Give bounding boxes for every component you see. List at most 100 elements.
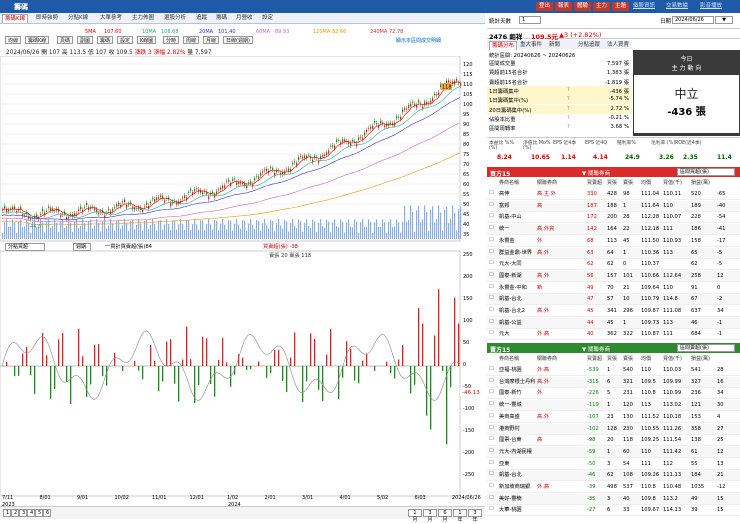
buy-sort-select[interactable]: 區間買超(張) [677,168,735,176]
cell-0[interactable]: 凱基-台北 [499,470,522,481]
page-1[interactable]: 1 [3,509,11,517]
row-checkbox[interactable]: ☐ [489,212,494,222]
metric-help-icon-4[interactable]: ? [567,96,570,102]
tab-7[interactable]: 籌碼 [214,14,229,23]
range-2[interactable]: 6月 [438,509,452,523]
cell-0[interactable]: 凱基-中山 [499,212,522,223]
row-checkbox[interactable]: ☐ [489,248,494,258]
cell-0[interactable]: 統一 [499,224,509,235]
row-checkbox[interactable]: ☐ [489,494,494,504]
table-row[interactable]: ☐ 大華-桃園 -27 6 33 109.67 114.13 39 15 [487,505,740,517]
theme-button[interactable]: 主題 [612,2,630,11]
indicator-select[interactable]: 分點買超 [5,243,45,251]
stat-days-select[interactable]: 1 [519,16,541,24]
range-3[interactable]: 1年 [453,509,467,523]
cell-0[interactable]: 美商高盛 [499,412,520,423]
tab-4[interactable]: 主力佈圖 [130,14,156,23]
toolbar-btn-9[interactable]: 月線 [203,36,220,44]
sell-sort-select[interactable]: 區間賣超(張) [677,344,735,352]
subtab-1[interactable]: 重大事件 [518,41,544,50]
tab-9[interactable]: 設定 [260,14,275,23]
table-row[interactable]: ☐ 元大 外.高 40 362 322 110.87 111 684 -1 [487,329,740,341]
cell-0[interactable]: 凱基-台北2 [499,306,525,317]
cell-0[interactable]: 元大-大同 [499,259,522,270]
table-row[interactable]: ☐ 國泰-新竹 外 -226 5 231 110.8 110.99 236 34 [487,388,740,400]
toolbar-btn-10[interactable]: 日線(週期) [223,36,253,44]
tab-8[interactable]: 月營收 [234,14,255,23]
row-checkbox[interactable]: ☐ [489,482,494,492]
cell-0[interactable]: 亞福-桃園 [499,365,522,376]
cell-0[interactable]: 元大 [499,329,509,340]
cell-0[interactable]: 凱基-公益 [499,318,522,329]
page-4[interactable]: 4 [27,509,35,517]
cell-0[interactable]: 國泰-新竹 [499,388,522,399]
toolbar-btn-1[interactable]: 籌碼K線 [25,36,50,44]
table-row[interactable]: ☐ 永豐金 外 68 113 45 111.50 110.93 158 -17 [487,236,740,247]
toolbar-btn-6[interactable]: K線圖 [137,36,157,44]
cell-0[interactable]: 高伸 [499,189,509,200]
metric-help-icon-6[interactable]: ? [567,115,570,121]
table-row[interactable]: ☐ 美商高盛 高.外 -107 23 130 111.52 110.18 153 4 [487,412,740,423]
cell-0[interactable]: 亞東 [499,459,509,470]
cell-0[interactable]: 群益金鼎-世界 [499,248,532,259]
metric-help-icon-3[interactable]: ? [567,87,570,93]
tab-2[interactable]: 分點K線 [66,14,90,23]
toolbar-btn-4[interactable]: 籌碼 [97,36,114,44]
subtab-0[interactable]: 籌碼分布 [489,41,518,50]
table-row[interactable]: ☐ 統一 高.外資 142 164 22 112.18 111 186 -41 [487,224,740,236]
table-row[interactable]: ☐ 凱基-公益 44 45 1 109.73 113 46 -1 [487,317,740,329]
row-checkbox[interactable]: ☐ [489,271,494,281]
row-checkbox[interactable]: ☐ [489,447,494,457]
cell-0[interactable]: 大華-桃園 [499,505,522,516]
table-row[interactable]: ☐ 新加坡商瑞銀 外.高 -39 498 537 110.8 110.48 1035 -12 [487,482,740,493]
trade-data-link[interactable]: 交易數據 [666,2,688,11]
page-6[interactable]: 6 [43,509,51,517]
table-row[interactable]: ☐ 統一-豐城 -119 1 120 113 113.02 121 30 [487,400,740,412]
cell-0[interactable]: 凱基-台北 [499,294,522,305]
main-button[interactable]: 主力 [593,2,611,11]
row-checkbox[interactable]: ☐ [489,294,494,304]
table-row[interactable]: ☐ 永豐金-中和 新 49 70 21 109.64 110 91 0 [487,283,740,294]
toolbar-btn-8[interactable]: 周線 [183,36,200,44]
row-checkbox[interactable]: ☐ [489,435,494,445]
cell-0[interactable]: 港商野村 [499,424,520,435]
tab-5[interactable]: 選股分析 [162,14,188,23]
toolbar-btn-7[interactable]: 分時 [163,36,180,44]
subtab-2[interactable]: 新聞 [547,41,562,50]
table-row[interactable]: ☐ 高伸 高.主.外 330 428 98 111.04 110.11 520 -65 [487,189,740,200]
metric-help-icon-7[interactable]: ? [567,124,570,130]
period-select[interactable]: 週期 [73,243,91,251]
cell-0[interactable]: 統一-豐城 [499,400,522,411]
row-checkbox[interactable]: ☐ [489,329,494,339]
table-row[interactable]: ☐ 富邦 高 187 188 1 111.64 110 189 -40 [487,200,740,212]
table-row[interactable]: ☐ 凱基-台北 47 57 10 110.79 114.8 67 -2 [487,294,740,306]
cell-0[interactable]: 美好-豐楠 [499,494,522,505]
row-checkbox[interactable]: ☐ [489,259,494,269]
cell-0[interactable]: 永豐金 [499,236,515,247]
row-checkbox[interactable]: ☐ [489,412,494,422]
table-row[interactable]: ☐ 亞福-桃園 外.高 -539 1 540 110 110.03 541 28 [487,365,740,376]
row-checkbox[interactable]: ☐ [489,224,494,234]
row-checkbox[interactable]: ☐ [489,189,494,199]
cell-0[interactable]: 台灣摩根士丹利 [499,377,535,388]
row-checkbox[interactable]: ☐ [489,400,494,410]
trial-button[interactable]: 體驗 [574,2,592,11]
toolbar-btn-5[interactable]: 設定 [117,36,134,44]
row-checkbox[interactable]: ☐ [489,306,494,316]
table-row[interactable]: ☐ 台灣摩根士丹利 高.外 -315 6 321 109.5 109.99 327 16 [487,376,740,388]
logout-button[interactable]: 登出 [536,2,554,11]
row-checkbox[interactable]: ☐ [489,424,494,434]
row-checkbox[interactable]: ☐ [489,283,494,293]
page-5[interactable]: 5 [35,509,43,517]
date-input[interactable]: 2024/06/26 [672,16,714,24]
table-row[interactable]: ☐ 元大-大同 62 62 0 110.37 62 -5 [487,259,740,271]
page-3[interactable]: 3 [19,509,27,517]
tab-0[interactable]: 籌碼K線 [2,14,29,23]
table-row[interactable]: ☐ 美好-豐楠 -35 3 40 109.8 113.2 49 15 [487,493,740,505]
cell-0[interactable]: 富邦 [499,201,509,212]
page-2[interactable]: 2 [11,509,19,517]
range-0[interactable]: 1月 [408,509,422,523]
date-picker-button[interactable]: ▼ [715,16,733,24]
report-button[interactable]: 報表 [555,2,573,11]
table-row[interactable]: ☐ 群益金鼎-世界 高.外 63 64 1 110.36 113 65 -5 [487,247,740,259]
